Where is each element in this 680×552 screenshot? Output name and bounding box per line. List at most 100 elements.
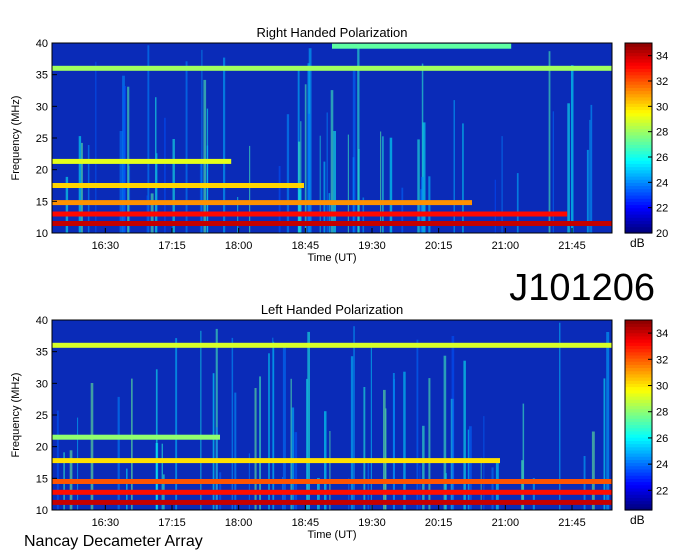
spectrogram-streak (350, 356, 354, 510)
colorbar-tick-label: 32 (656, 76, 668, 88)
colorbar-tick-label: 30 (656, 381, 668, 393)
spectrogram-streak (380, 131, 382, 233)
spectral-band (52, 434, 220, 440)
x-tick-label: 21:00 (492, 240, 520, 252)
x-tick-label: 17:15 (158, 240, 186, 252)
chart-title-left: Left Handed Polarization (261, 302, 403, 317)
x-tick-label: 18:00 (225, 240, 253, 252)
spectral-band (52, 65, 612, 71)
y-tick-label: 20 (36, 442, 48, 454)
spectral-band (52, 342, 612, 348)
spectrogram-streak (77, 417, 79, 510)
x-tick-label: 16:30 (92, 240, 120, 252)
spectrogram-streak (590, 104, 593, 234)
spectrogram-streak (87, 145, 90, 233)
spectral-band (52, 479, 612, 484)
y-tick-label: 25 (36, 133, 48, 145)
spectrogram-streak (416, 339, 419, 510)
spectrogram-streak (382, 136, 384, 233)
x-tick-label: 20:15 (425, 517, 453, 529)
spectrogram-figure: Right Handed Polarization 10 15 20 25 30 35 40… (10, 25, 668, 550)
colorbar-tick-label: 24 (656, 177, 668, 189)
spectrogram-streak (401, 187, 404, 233)
spectrogram-streak (468, 426, 472, 510)
y-tick-label: 30 (36, 101, 48, 113)
x-tick-label: 21:45 (558, 517, 586, 529)
y-axis-label-left: Frequency (MHz) (10, 373, 22, 458)
colorbar-tick-label: 28 (656, 407, 668, 419)
left-polarization-panel: Left Handed Polarization 10152025303540 … (10, 302, 668, 541)
spectrogram-streak (422, 425, 425, 510)
spectrogram-streak (223, 57, 226, 233)
spectral-band (52, 458, 500, 464)
spectrogram-streak (403, 371, 406, 510)
y-tick-label: 40 (36, 38, 48, 50)
x-axis-label-right: Time (UT) (307, 252, 356, 264)
colorbar-tick-label: 32 (656, 354, 668, 366)
x-tick-label: 18:00 (225, 517, 253, 529)
colorbar-swatch (625, 320, 652, 324)
spectrogram-streak (467, 429, 470, 510)
colorbar-label-left: dB (630, 513, 645, 527)
colorbar-tick-label: 22 (656, 203, 668, 215)
spectrogram-streak (95, 61, 97, 233)
x-axis-label-left: Time (UT) (307, 529, 356, 541)
spectrogram-streak (272, 337, 274, 510)
x-tick-label: 21:00 (492, 517, 520, 529)
y-tick-label: 15 (36, 473, 48, 485)
colorbar-tick-label: 26 (656, 152, 668, 164)
spectrogram-streak (201, 49, 203, 234)
spectrogram-streak (589, 119, 591, 233)
spectrogram-streak (319, 135, 321, 233)
y-axis-label-right: Frequency (MHz) (10, 96, 22, 181)
spectrogram-streak (294, 432, 298, 510)
spectral-band (52, 183, 304, 188)
colorbar-tick-label: 34 (656, 328, 668, 340)
y-tick-label: 20 (36, 165, 48, 177)
spectral-band (52, 158, 232, 164)
x-tick-label: 18:45 (292, 240, 320, 252)
spectral-band (52, 211, 568, 217)
spectrogram-streak (586, 149, 589, 233)
spectrogram-streak (298, 189, 302, 233)
spectrogram-streak (282, 345, 286, 510)
x-tick-label: 17:15 (158, 517, 186, 529)
spectrogram-streak (567, 103, 570, 233)
spectrogram-streak (175, 338, 178, 510)
colorbar-label-right: dB (630, 236, 645, 250)
spectrogram-streak (333, 131, 336, 233)
spectrogram-streak (304, 84, 307, 233)
x-tick-label: 21:45 (558, 240, 586, 252)
x-tick-label: 20:15 (425, 240, 453, 252)
spectrogram-streak (591, 431, 595, 510)
x-tick-label: 19:30 (358, 517, 386, 529)
spectral-band (52, 221, 612, 226)
spectrogram-streak (347, 134, 349, 233)
spectrogram-streak (571, 65, 574, 233)
y-tick-label: 30 (36, 378, 48, 390)
colorbar-tick-label: 22 (656, 485, 668, 497)
colorbar-swatch (625, 43, 652, 47)
spectrogram-streak (548, 51, 551, 234)
spectral-band (52, 499, 612, 505)
spectrogram-streak (268, 353, 270, 510)
colorbar-tick-label: 26 (656, 433, 668, 445)
spectrogram-streak (185, 61, 188, 233)
colorbar-tick-label: 34 (656, 51, 668, 63)
instrument-name: Nancay Decameter Array (24, 533, 203, 550)
y-tick-label: 25 (36, 410, 48, 422)
spectrogram-streak (203, 79, 207, 234)
x-tick-label: 19:30 (358, 240, 386, 252)
spectrogram-streak (501, 136, 503, 233)
spectrogram-streak (231, 337, 234, 510)
y-tick-label: 35 (36, 70, 48, 82)
colorbar-tick-label: 24 (656, 459, 668, 471)
spectrogram-streak (389, 137, 393, 233)
y-tick-label: 10 (36, 505, 48, 517)
colorbar-tick-label: 28 (656, 127, 668, 139)
y-tick-label: 40 (36, 315, 48, 327)
spectral-band (52, 489, 612, 495)
y-tick-label: 35 (36, 347, 48, 359)
spectrogram-streak (462, 123, 464, 233)
right-polarization-panel: Right Handed Polarization 10 15 20 25 30 35 40… (10, 25, 668, 264)
